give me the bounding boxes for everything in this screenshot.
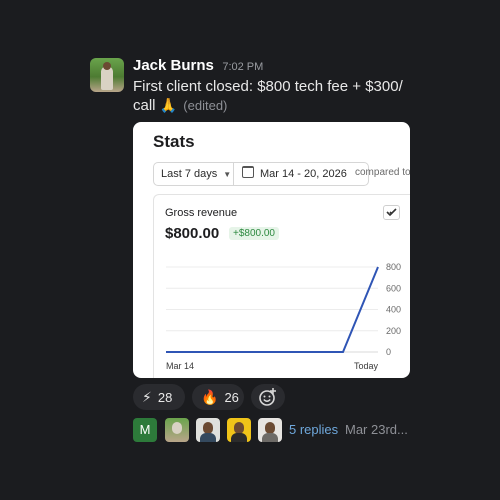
author-name[interactable]: Jack Burns (133, 57, 214, 74)
replies-link[interactable]: 5 replies (289, 418, 338, 442)
revenue-line-chart: 800 600 400 200 0 Mar 14 Today (166, 262, 401, 371)
y-tick-label: 600 (386, 283, 401, 293)
y-tick-label: 800 (386, 262, 401, 272)
last-reply-time: Mar 23rd... (345, 422, 408, 437)
reaction-count: 26 (224, 390, 239, 405)
chevron-down-icon: ▼ (223, 170, 232, 179)
participant-avatar: M (133, 418, 157, 442)
fire-icon: 🔥 (201, 389, 219, 405)
date-filter: Last 7 days ▼ Mar 14 - 20, 2026 (153, 162, 369, 186)
message-timestamp[interactable]: 7:02 PM (222, 61, 263, 73)
participant-avatar (196, 418, 220, 442)
participant-avatar (227, 418, 251, 442)
add-reaction-button[interactable] (251, 384, 285, 410)
zap-icon: ⚡ (142, 389, 152, 405)
message-text: First client closed: $800 tech fee + $30… (133, 77, 418, 115)
reaction-zap[interactable]: ⚡ 28 (133, 384, 185, 410)
range-preset-label: Last 7 days (161, 168, 218, 180)
reaction-count: 28 (157, 390, 173, 405)
date-range-picker[interactable]: Mar 14 - 20, 2026 (234, 163, 347, 185)
participant-avatar (258, 418, 282, 442)
compared-label: compared to (355, 167, 410, 178)
reaction-fire[interactable]: 🔥 26 (192, 384, 244, 410)
x-tick-label: Today (354, 361, 379, 371)
pray-emoji: 🙏 (159, 97, 178, 113)
y-tick-label: 0 (386, 347, 391, 357)
stats-image-attachment[interactable]: Stats Last 7 days ▼ Mar 14 - 20, 2026 com… (133, 122, 410, 378)
y-tick-label: 400 (386, 305, 401, 315)
participant-avatar (165, 418, 189, 442)
edited-label: (edited) (183, 98, 228, 113)
gross-revenue-panel: Gross revenue $800.00 +$800.00 800 600 400… (153, 194, 410, 378)
stats-title: Stats (153, 132, 195, 151)
date-range-label: Mar 14 - 20, 2026 (260, 168, 347, 180)
y-tick-label: 200 (386, 326, 401, 336)
calendar-icon (242, 166, 254, 178)
range-preset-dropdown[interactable]: Last 7 days ▼ (154, 163, 234, 185)
author-avatar[interactable] (90, 58, 124, 92)
x-tick-label: Mar 14 (166, 361, 194, 371)
add-emoji-icon (259, 388, 276, 406)
